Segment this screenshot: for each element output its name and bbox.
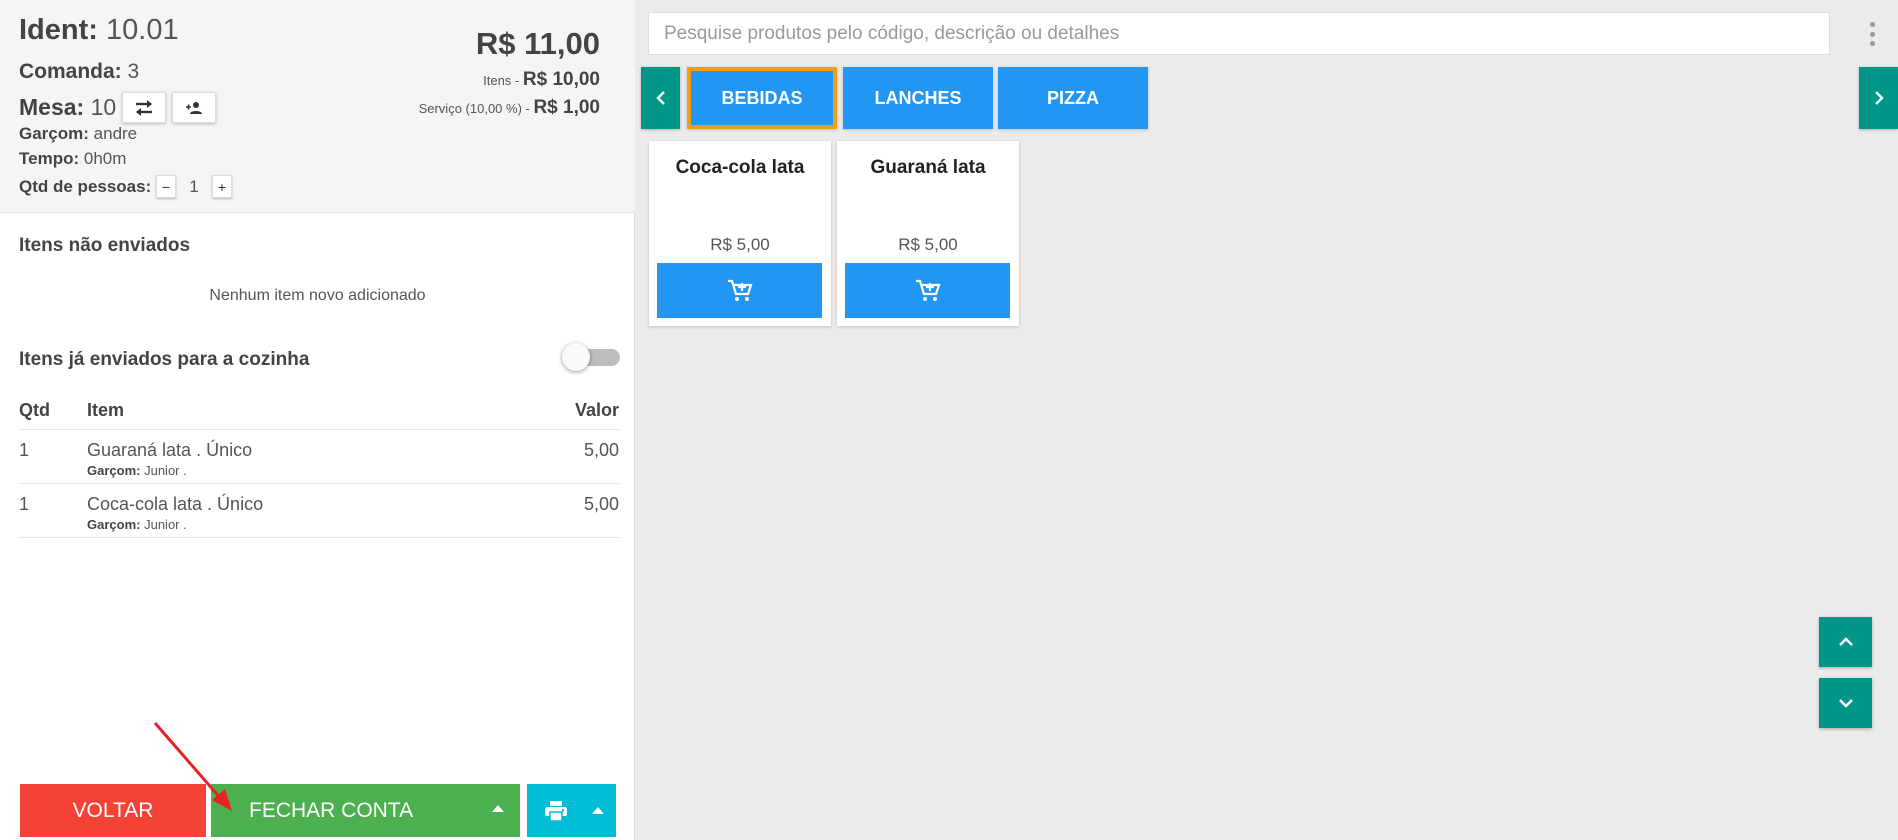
row-qtd: 1: [19, 440, 30, 460]
comanda-value: 3: [127, 60, 140, 83]
tempo-line: Tempo: 0h0m: [19, 149, 126, 169]
product-name: Guaraná lata: [870, 157, 986, 178]
garcom-line: Garçom: andre: [19, 124, 137, 144]
items-subtotal-line: Itens - R$ 10,00: [483, 69, 600, 91]
mesa-value: 10: [90, 94, 117, 120]
category-tab-pizza[interactable]: PIZZA: [998, 67, 1148, 129]
pessoas-value: 1: [189, 176, 199, 196]
chevron-left-icon: [655, 91, 665, 105]
chevron-down-icon: [1838, 699, 1853, 708]
mesa-label: Mesa:: [19, 94, 85, 120]
chevron-up-icon: [1838, 637, 1853, 646]
items-subtotal-value: R$ 10,00: [522, 69, 600, 90]
toggle-knob: [562, 343, 590, 371]
transfer-table-button[interactable]: [122, 92, 167, 123]
row-item: Guaraná lata . Único Garçom: Junior .: [87, 440, 499, 483]
column-header-valor: Valor: [574, 400, 619, 420]
product-card[interactable]: Coca-cola lata R$ 5,00: [649, 141, 831, 326]
row-garcom-value: Junior .: [144, 463, 187, 478]
ident-value: 10.01: [106, 14, 179, 46]
printer-icon: [527, 800, 584, 821]
caret-up-icon[interactable]: [592, 807, 604, 814]
categories-next-button[interactable]: [1859, 67, 1898, 129]
order-header: Ident: 10.01 Comanda: 3 Mesa: 10 Garçom:…: [0, 0, 635, 213]
mesa-line: Mesa: 10: [19, 92, 217, 123]
product-search-input[interactable]: [648, 12, 1830, 55]
scroll-up-button[interactable]: [1819, 617, 1872, 667]
row-garcom: Garçom: Junior .: [87, 463, 499, 478]
service-fee-label: Serviço (10,00 %) -: [418, 101, 534, 116]
ident-line: Ident: 10.01: [19, 14, 179, 47]
product-price: R$ 5,00: [898, 235, 958, 254]
sent-items-title: Itens já enviados para a cozinha: [19, 349, 310, 370]
garcom-value: andre: [93, 124, 138, 143]
sent-items-table: Qtd Item Valor 1 Guaraná lata . Único Ga…: [19, 400, 619, 538]
close-bill-label: FECHAR CONTA: [249, 798, 414, 822]
ident-label: Ident:: [19, 14, 98, 46]
row-item-name: Guaraná lata . Único: [87, 440, 253, 460]
print-button[interactable]: [527, 784, 616, 837]
caret-up-icon[interactable]: [492, 805, 504, 812]
table-row[interactable]: 1 Guaraná lata . Único Garçom: Junior . …: [19, 430, 619, 484]
close-bill-button[interactable]: FECHAR CONTA: [211, 784, 520, 837]
garcom-label: Garçom:: [19, 124, 89, 143]
pessoas-line: Qtd de pessoas: − 1 +: [19, 175, 232, 198]
unsent-items-title: Itens não enviados: [19, 235, 191, 256]
unsent-empty-message: Nenhum item novo adicionado: [209, 287, 426, 304]
category-tab-lanches[interactable]: LANCHES: [843, 67, 993, 129]
add-person-button[interactable]: [172, 92, 217, 123]
pessoas-label: Qtd de pessoas:: [19, 176, 152, 196]
scroll-down-button[interactable]: [1819, 678, 1872, 728]
order-panel: Ident: 10.01 Comanda: 3 Mesa: 10 Garçom:…: [0, 0, 635, 840]
person-add-icon: [186, 101, 203, 114]
chevron-right-icon: [1874, 91, 1884, 105]
tempo-label: Tempo:: [19, 149, 80, 168]
comanda-line: Comanda: 3: [19, 60, 139, 84]
column-header-item: Item: [87, 400, 125, 420]
row-item-name: Coca-cola lata . Único: [87, 494, 264, 514]
table-header: Qtd Item Valor: [19, 400, 619, 430]
pessoas-increment-button[interactable]: +: [212, 175, 232, 198]
row-qtd: 1: [19, 494, 30, 514]
order-total: R$ 11,00: [475, 26, 600, 61]
tempo-value: 0h0m: [83, 149, 127, 168]
pessoas-decrement-button[interactable]: −: [156, 175, 176, 198]
add-to-cart-button[interactable]: [845, 263, 1010, 318]
service-fee-line: Serviço (10,00 %) - R$ 1,00: [419, 97, 600, 119]
sent-items-toggle[interactable]: [562, 343, 620, 371]
add-to-cart-button[interactable]: [657, 263, 822, 318]
add-to-cart-icon: [915, 279, 941, 301]
swap-arrows-icon: [136, 99, 153, 116]
row-valor: 5,00: [583, 440, 619, 460]
kebab-menu-icon[interactable]: [1868, 22, 1876, 46]
categories-prev-button[interactable]: [641, 67, 680, 129]
product-card[interactable]: Guaraná lata R$ 5,00: [837, 141, 1019, 326]
row-garcom-label: Garçom:: [87, 463, 141, 478]
column-header-qtd: Qtd: [19, 400, 50, 420]
row-garcom-value: Junior .: [144, 517, 187, 532]
service-fee-value: R$ 1,00: [533, 97, 600, 118]
add-to-cart-icon: [727, 279, 753, 301]
items-subtotal-label: Itens -: [483, 73, 523, 88]
annotation-arrow-icon: [153, 722, 232, 811]
row-garcom-label: Garçom:: [87, 517, 141, 532]
comanda-label: Comanda:: [19, 60, 122, 83]
row-garcom: Garçom: Junior .: [87, 517, 499, 532]
row-valor: 5,00: [583, 494, 619, 514]
row-item: Coca-cola lata . Único Garçom: Junior .: [87, 494, 499, 537]
product-name: Coca-cola lata: [675, 157, 805, 178]
table-row[interactable]: 1 Coca-cola lata . Único Garçom: Junior …: [19, 484, 619, 538]
category-tab-bebidas[interactable]: BEBIDAS: [687, 67, 837, 129]
product-price: R$ 5,00: [710, 235, 770, 254]
